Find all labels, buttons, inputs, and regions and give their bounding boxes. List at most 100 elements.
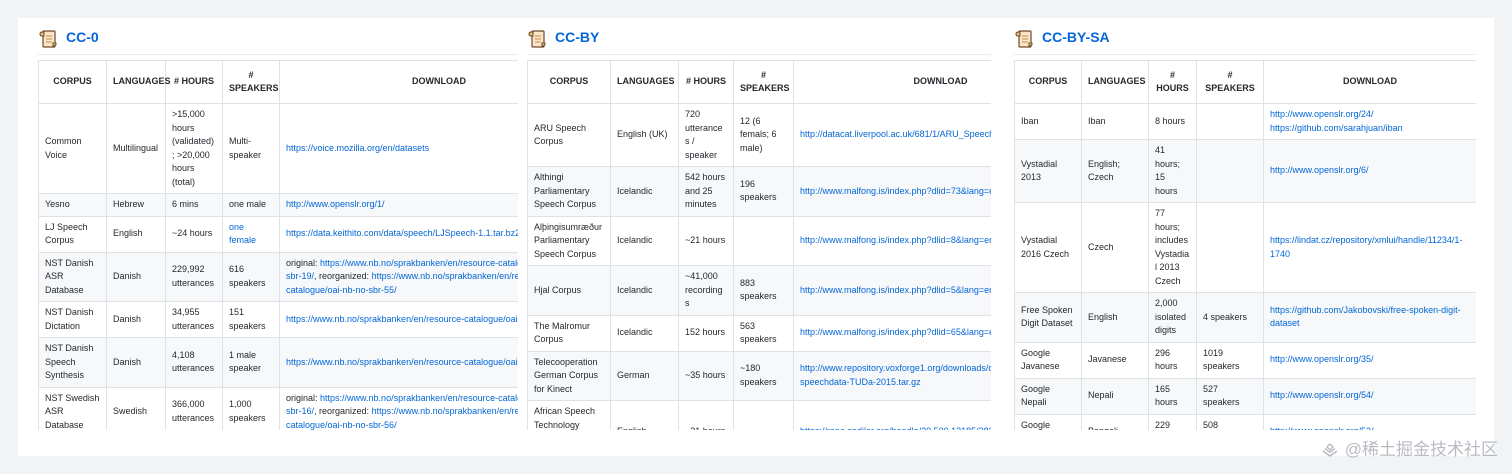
table-body: Common Voice Multilingual >15,000 hours (v… — [38, 103, 518, 430]
cell-download: https://www.nb.no/sprakbanken/en/resourc… — [279, 301, 518, 338]
cell-download: http://www.malfong.is/index.php?dlid=65&… — [793, 314, 991, 352]
panel-title[interactable]: CC-BY — [555, 29, 599, 45]
cell-languages: Icelandic — [610, 166, 679, 217]
speakers-link[interactable]: one female — [229, 222, 256, 246]
download-link-secondary[interactable]: https://github.com/sarahjuan/iban — [1270, 123, 1403, 133]
table-row: Althingi Parliamentary Speech Corpus Icel… — [527, 166, 991, 217]
cell-languages: Czech — [1081, 202, 1149, 293]
cell-speakers: 196 speakers — [733, 166, 794, 217]
download-link[interactable]: https://github.com/Jakobovski/free-spoke… — [1270, 305, 1461, 329]
speakers-text: 4 speakers — [1203, 311, 1248, 322]
cell-languages: English — [610, 400, 679, 430]
download-link[interactable]: http://www.malfong.is/index.php?dlid=5&l… — [800, 285, 991, 295]
download-link[interactable]: http://www.malfong.is/index.php?dlid=8&l… — [800, 235, 991, 245]
table-header-row: CORPUS LANGUAGES # HOURS # SPEAKERS DOWN… — [38, 60, 518, 104]
table-row: Common Voice Multilingual >15,000 hours (v… — [38, 103, 518, 194]
panel-title[interactable]: CC-BY-SA — [1042, 29, 1110, 45]
download-link[interactable]: http://www.openslr.org/1/ — [286, 199, 385, 209]
cell-download: http://www.openslr.org/1/ — [279, 193, 518, 217]
corpus-table: CORPUS LANGUAGES # HOURS # SPEAKERS DOWN… — [38, 60, 518, 430]
header-download[interactable]: DOWNLOAD — [279, 60, 518, 104]
header-languages[interactable]: LANGUAGES — [610, 60, 679, 104]
table-row: ARU Speech Corpus English (UK) 720 utteran… — [527, 103, 991, 167]
cell-download: http://www.openslr.org/53/ — [1263, 413, 1476, 430]
download-link[interactable]: http://www.openslr.org/35/ — [1270, 354, 1374, 364]
panel-cc-by: CC-BY CORPUS LANGUAGES # HOURS # SPEAKER… — [527, 18, 991, 430]
cell-languages: English (UK) — [610, 103, 679, 167]
cell-hours: 8 hours — [1148, 103, 1197, 140]
cell-speakers: 12 (6 femals; 6 male) — [733, 103, 794, 167]
speakers-text: 1019 speakers — [1203, 347, 1240, 372]
cell-corpus: Common Voice — [38, 103, 107, 194]
table-row: Free Spoken Digit Dataset English 2,000 is… — [1014, 292, 1476, 343]
header-hours[interactable]: # HOURS — [165, 60, 223, 104]
header-languages[interactable]: LANGUAGES — [106, 60, 171, 104]
cell-hours: 542 hours and 25 minutes — [678, 166, 734, 217]
header-speakers[interactable]: # SPEAKERS — [733, 60, 794, 104]
cell-corpus: African Speech Technology English-Englis… — [527, 400, 611, 430]
download-link[interactable]: https://www.nb.no/sprakbanken/en/resourc… — [286, 357, 518, 367]
cell-hours: 34,955 utterances — [165, 301, 223, 338]
table-row: The Malromur Corpus Icelandic 152 hours 563… — [527, 314, 991, 352]
download-link[interactable]: http://www.repository.voxforge1.org/down… — [800, 363, 991, 387]
header-corpus[interactable]: CORPUS — [38, 60, 107, 104]
cell-hours: ~21 hours — [678, 400, 734, 430]
cell-corpus: NST Danish ASR Database — [38, 251, 107, 302]
header-hours[interactable]: # HOURS — [678, 60, 734, 104]
header-download[interactable]: DOWNLOAD — [1263, 60, 1476, 104]
cell-speakers — [1196, 139, 1264, 203]
download-link[interactable]: http://www.openslr.org/6/ — [1270, 165, 1369, 175]
table-header-row: CORPUS LANGUAGES # HOURS # SPEAKERS DOWN… — [1014, 60, 1476, 104]
cell-hours: 41 hours; 15 hours — [1148, 139, 1197, 203]
juejin-logo-icon — [1322, 442, 1338, 457]
download-link[interactable]: https://repo.sadilar.org/handle/20.500.1… — [800, 426, 991, 430]
header-speakers[interactable]: # SPEAKERS — [1196, 60, 1264, 104]
download-link[interactable]: http://www.malfong.is/index.php?dlid=65&… — [800, 327, 991, 337]
cell-download: http://www.openslr.org/54/ — [1263, 377, 1476, 415]
download-link[interactable]: https://www.nb.no/sprakbanken/en/resourc… — [286, 314, 518, 324]
table-row: Vystadial 2013 English; Czech 41 hours; 15… — [1014, 139, 1476, 203]
cell-hours: 296 hours — [1148, 341, 1197, 379]
table-row: NST Danish Speech Synthesis Danish 4,108 u… — [38, 337, 518, 388]
table-row: Alþingisumræður Parliamentary Speech Cor… — [527, 215, 991, 266]
cell-corpus: Telecooperation German Corpus for Kinect — [527, 350, 611, 401]
cell-languages: English — [106, 215, 166, 253]
header-corpus[interactable]: CORPUS — [527, 60, 611, 104]
panel-title[interactable]: CC-0 — [66, 29, 99, 45]
header-speakers[interactable]: # SPEAKERS — [222, 60, 280, 104]
cell-speakers: 4 speakers — [1196, 292, 1264, 343]
download-link[interactable]: http://datacat.liverpool.ac.uk/681/1/ARU… — [800, 129, 991, 139]
speakers-text: 563 speakers — [740, 320, 777, 345]
watermark-text: @稀土掘金技术社区 — [1344, 440, 1498, 459]
cell-languages: Icelandic — [610, 215, 679, 266]
cell-speakers: 616 speakers — [222, 251, 280, 302]
cell-languages: Danish — [106, 301, 166, 338]
header-languages[interactable]: LANGUAGES — [1081, 60, 1149, 104]
corpus-table: CORPUS LANGUAGES # HOURS # SPEAKERS DOWN… — [527, 60, 991, 430]
header-hours[interactable]: # HOURS — [1148, 60, 1197, 104]
download-link[interactable]: https://lindat.cz/repository/xmlui/handl… — [1270, 235, 1462, 259]
speakers-text: 196 speakers — [740, 178, 777, 203]
speakers-text: one male — [229, 199, 267, 209]
table-row: Iban Iban 8 hours http://www.openslr.org/24… — [1014, 103, 1476, 140]
download-link[interactable]: http://www.openslr.org/54/ — [1270, 390, 1374, 400]
download-link[interactable]: http://www.malfong.is/index.php?dlid=73&… — [800, 186, 991, 196]
cell-languages: Javanese — [1081, 341, 1149, 379]
speakers-text: 616 speakers — [229, 264, 266, 288]
panel-header: CC-BY-SA — [1014, 18, 1476, 55]
cell-download: http://www.openslr.org/35/ — [1263, 341, 1476, 379]
download-link[interactable]: https://data.keithito.com/data/speech/LJ… — [286, 228, 518, 238]
cell-download: http://www.openslr.org/24/ https://githu… — [1263, 103, 1476, 140]
speakers-text: 1 male speaker — [229, 349, 262, 374]
header-corpus[interactable]: CORPUS — [1014, 60, 1082, 104]
cell-hours: 720 utterances / speaker — [678, 103, 734, 167]
cell-languages: English — [1081, 292, 1149, 343]
cell-speakers — [733, 400, 794, 430]
download-link[interactable]: http://www.openslr.org/24/ — [1270, 109, 1374, 119]
cell-download: http://www.malfong.is/index.php?dlid=8&l… — [793, 215, 991, 266]
download-link[interactable]: http://www.openslr.org/53/ — [1270, 426, 1374, 430]
header-download[interactable]: DOWNLOAD — [793, 60, 991, 104]
cell-hours: 366,000 utterances — [165, 386, 223, 430]
download-link[interactable]: https://voice.mozilla.org/en/datasets — [286, 143, 429, 153]
cell-download: https://github.com/Jakobovski/free-spoke… — [1263, 292, 1476, 343]
